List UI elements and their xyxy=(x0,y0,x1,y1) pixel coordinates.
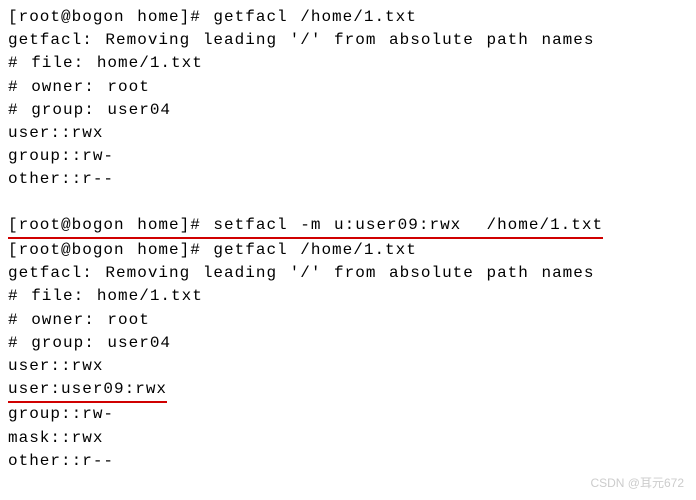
getfacl-warning-2: getfacl: Removing leading '/' from absol… xyxy=(8,262,688,285)
acl-user-perm-2: user::rwx xyxy=(8,355,688,378)
setfacl-command-line: [root@bogon home]# setfacl -m u:user09:r… xyxy=(8,214,688,239)
acl-file-2: # file: home/1.txt xyxy=(8,285,688,308)
acl-file-1: # file: home/1.txt xyxy=(8,52,688,75)
acl-other-perm-2: other::r-- xyxy=(8,450,688,473)
getfacl-warning-1: getfacl: Removing leading '/' from absol… xyxy=(8,29,688,52)
acl-group-perm-2: group::rw- xyxy=(8,403,688,426)
acl-group-2: # group: user04 xyxy=(8,332,688,355)
prompt-line-getfacl-2: [root@bogon home]# getfacl /home/1.txt xyxy=(8,239,688,262)
setfacl-command-text: [root@bogon home]# setfacl -m u:user09:r… xyxy=(8,214,603,239)
acl-owner-2: # owner: root xyxy=(8,309,688,332)
acl-user09-line: user:user09:rwx xyxy=(8,378,688,403)
blank-line xyxy=(8,192,688,214)
acl-owner-1: # owner: root xyxy=(8,76,688,99)
acl-group-1: # group: user04 xyxy=(8,99,688,122)
acl-user09-perm: user:user09:rwx xyxy=(8,378,167,403)
watermark: CSDN @耳元672 xyxy=(590,475,684,492)
acl-mask-perm: mask::rwx xyxy=(8,427,688,450)
prompt-line-getfacl-1: [root@bogon home]# getfacl /home/1.txt xyxy=(8,6,688,29)
acl-user-perm-1: user::rwx xyxy=(8,122,688,145)
acl-other-perm-1: other::r-- xyxy=(8,168,688,191)
acl-group-perm-1: group::rw- xyxy=(8,145,688,168)
